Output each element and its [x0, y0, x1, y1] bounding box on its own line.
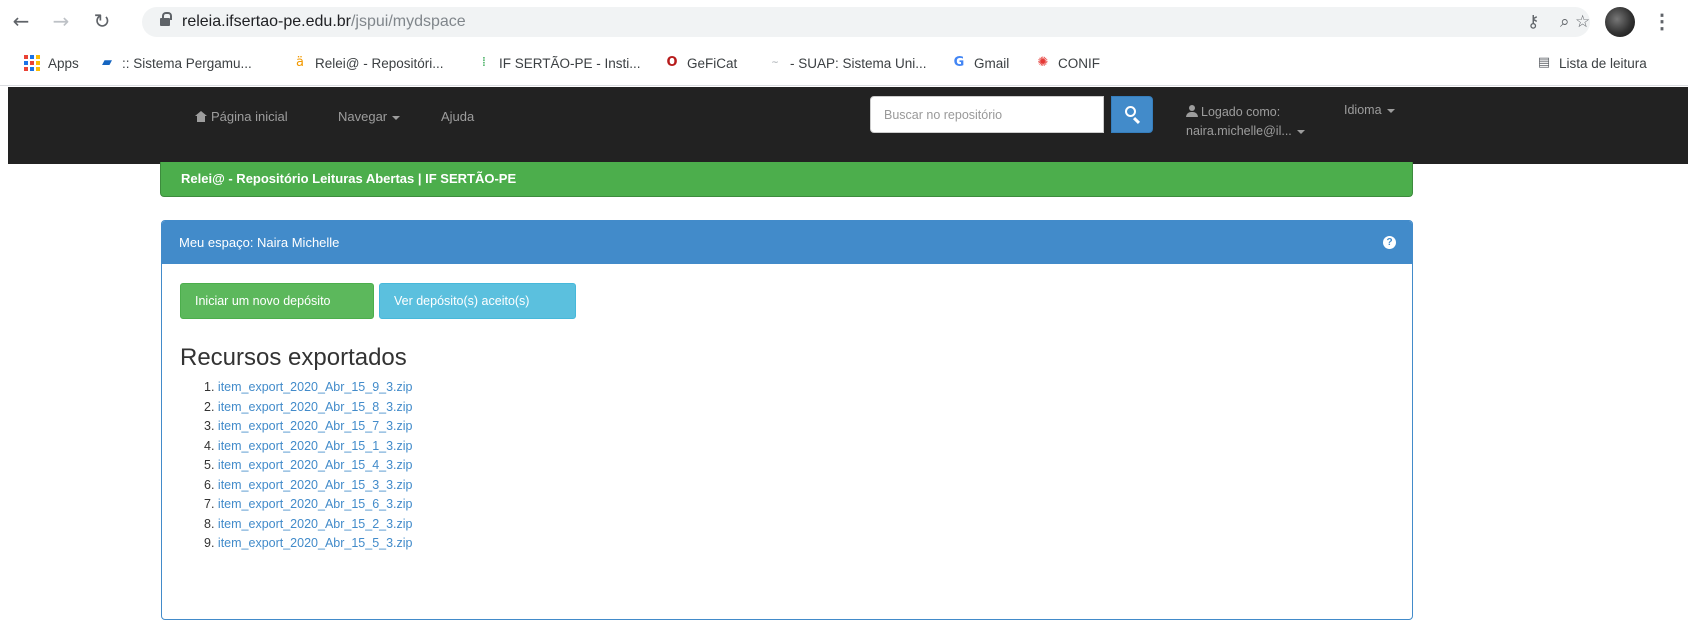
banner-text: Relei@ - Repositório Leituras Abertas | … — [181, 171, 517, 186]
nav-home-link[interactable]: Página inicial — [195, 109, 288, 124]
zoom-icon[interactable]: ⌕ — [1560, 12, 1570, 32]
bookmark-label: Gmail — [974, 55, 1010, 71]
browser-toolbar: ← → ↻ releia.ifsertao-pe.edu.br/jspui/my… — [0, 0, 1688, 44]
reading-list-label: Lista de leitura — [1559, 55, 1647, 71]
nav-home-label: Página inicial — [211, 109, 288, 124]
bookmarks-bar: Apps ▰ :: Sistema Pergamu... ä Relei@ - … — [0, 44, 1688, 86]
bookmark-pergamum[interactable]: ▰ :: Sistema Pergamu... — [99, 55, 252, 71]
caret-down-icon — [1296, 129, 1305, 134]
caret-down-icon — [1386, 108, 1395, 113]
export-file-link[interactable]: item_export_2020_Abr_15_2_3.zip — [218, 517, 413, 531]
export-file-link[interactable]: item_export_2020_Abr_15_3_3.zip — [218, 478, 413, 492]
conif-icon: ✺ — [1037, 55, 1049, 70]
export-file-link[interactable]: item_export_2020_Abr_15_6_3.zip — [218, 497, 413, 511]
nav-browse-label: Navegar — [338, 109, 388, 124]
list-item: 5. item_export_2020_Abr_15_4_3.zip — [204, 458, 413, 472]
panel-title: Meu espaço: Naira Michelle — [179, 235, 340, 250]
export-file-link[interactable]: item_export_2020_Abr_15_4_3.zip — [218, 458, 413, 472]
list-item: 2. item_export_2020_Abr_15_8_3.zip — [204, 399, 413, 414]
user-icon — [1186, 105, 1198, 117]
home-icon — [195, 111, 207, 122]
menu-icon[interactable]: ⋮ — [1652, 9, 1672, 34]
myspace-panel: Meu espaço: Naira Michelle ? Iniciar um … — [161, 220, 1413, 620]
export-file-link[interactable]: item_export_2020_Abr_15_1_3.zip — [218, 439, 413, 453]
star-icon[interactable]: ☆ — [1575, 12, 1590, 32]
back-icon[interactable]: ← — [8, 8, 34, 34]
nav-help-label: Ajuda — [441, 109, 475, 124]
pergamum-icon: ▰ — [102, 55, 112, 70]
bookmark-suap[interactable]: ~ - SUAP: Sistema Uni... — [767, 55, 927, 71]
bookmark-conif[interactable]: ✺ CONIF — [1035, 55, 1100, 71]
panel-heading: Meu espaço: Naira Michelle ? — [162, 221, 1412, 264]
reading-list-icon: ▤ — [1537, 55, 1551, 70]
forward-icon[interactable]: → — [48, 8, 74, 34]
user-menu[interactable]: Logado como: naira.michelle@il... — [1186, 103, 1305, 141]
repository-banner: Relei@ - Repositório Leituras Abertas | … — [160, 162, 1413, 197]
ifsertao-icon: ⁞ — [481, 55, 487, 70]
bookmark-apps[interactable]: Apps — [24, 55, 79, 71]
view-accepted-label: Ver depósito(s) aceito(s) — [394, 294, 530, 308]
language-label: Idioma — [1344, 103, 1382, 117]
export-file-link[interactable]: item_export_2020_Abr_15_5_3.zip — [218, 536, 413, 550]
geficat-icon: O — [666, 55, 678, 70]
bookmark-label: :: Sistema Pergamu... — [122, 55, 252, 71]
bookmark-label: Apps — [48, 55, 79, 71]
bookmark-ifsertao[interactable]: ⁞ IF SERTÃO-PE - Insti... — [476, 55, 641, 71]
reading-list[interactable]: ▤ Lista de leitura — [1536, 55, 1647, 71]
list-item: 6. item_export_2020_Abr_15_3_3.zip — [204, 477, 413, 492]
caret-down-icon — [392, 115, 401, 120]
bookmark-geficat[interactable]: O GeFiCat — [664, 55, 737, 71]
bookmark-releia[interactable]: ä Relei@ - Repositóri... — [292, 55, 444, 71]
new-deposit-button[interactable]: Iniciar um novo depósito — [180, 283, 374, 319]
list-item: 8. item_export_2020_Abr_15_2_3.zip — [204, 516, 413, 531]
bookmark-label: Relei@ - Repositóri... — [315, 55, 444, 71]
bookmark-label: - SUAP: Sistema Uni... — [790, 55, 927, 71]
search-button[interactable] — [1111, 96, 1153, 133]
list-item: 4. item_export_2020_Abr_15_1_3.zip — [204, 438, 413, 453]
address-bar[interactable]: releia.ifsertao-pe.edu.br/jspui/mydspace… — [142, 7, 1590, 37]
language-dropdown[interactable]: Idioma — [1344, 103, 1395, 117]
logged-user: naira.michelle@il... — [1186, 124, 1292, 138]
export-file-link[interactable]: item_export_2020_Abr_15_9_3.zip — [218, 380, 413, 394]
list-item: 9. item_export_2020_Abr_15_5_3.zip — [204, 536, 413, 550]
site-navbar: Página inicial Navegar Ajuda Logado como… — [8, 87, 1688, 164]
bookmark-label: CONIF — [1058, 55, 1100, 71]
url-text: releia.ifsertao-pe.edu.br/jspui/mydspace — [182, 13, 466, 30]
export-file-link[interactable]: item_export_2020_Abr_15_8_3.zip — [218, 400, 413, 414]
releia-icon: ä — [296, 55, 304, 70]
view-accepted-button[interactable]: Ver depósito(s) aceito(s) — [379, 283, 576, 319]
profile-avatar[interactable] — [1605, 7, 1635, 37]
list-item: 7. item_export_2020_Abr_15_6_3.zip — [204, 497, 413, 511]
exports-list: 1. item_export_2020_Abr_15_9_3.zip 2. it… — [204, 378, 413, 554]
new-deposit-label: Iniciar um novo depósito — [195, 294, 331, 308]
nav-browse-dropdown[interactable]: Navegar — [338, 109, 401, 124]
exports-heading: Recursos exportados — [180, 344, 407, 371]
logged-label: Logado como: — [1201, 105, 1281, 119]
nav-help-link[interactable]: Ajuda — [441, 109, 474, 124]
key-icon[interactable]: ⚷ — [1527, 12, 1539, 32]
reload-icon[interactable]: ↻ — [89, 8, 115, 34]
bookmark-label: GeFiCat — [687, 55, 738, 71]
bookmark-label: IF SERTÃO-PE - Insti... — [499, 55, 641, 71]
list-item: 1. item_export_2020_Abr_15_9_3.zip — [204, 380, 413, 394]
search-input[interactable] — [870, 96, 1104, 133]
lock-icon — [160, 12, 172, 27]
bookmark-gmail[interactable]: G Gmail — [951, 55, 1010, 71]
google-icon: G — [953, 55, 965, 70]
export-file-link[interactable]: item_export_2020_Abr_15_7_3.zip — [218, 419, 413, 433]
suap-icon: ~ — [771, 58, 779, 68]
search-icon — [1125, 106, 1136, 117]
help-icon[interactable]: ? — [1383, 236, 1396, 249]
list-item: 3. item_export_2020_Abr_15_7_3.zip — [204, 419, 413, 433]
apps-grid-icon — [24, 55, 40, 71]
